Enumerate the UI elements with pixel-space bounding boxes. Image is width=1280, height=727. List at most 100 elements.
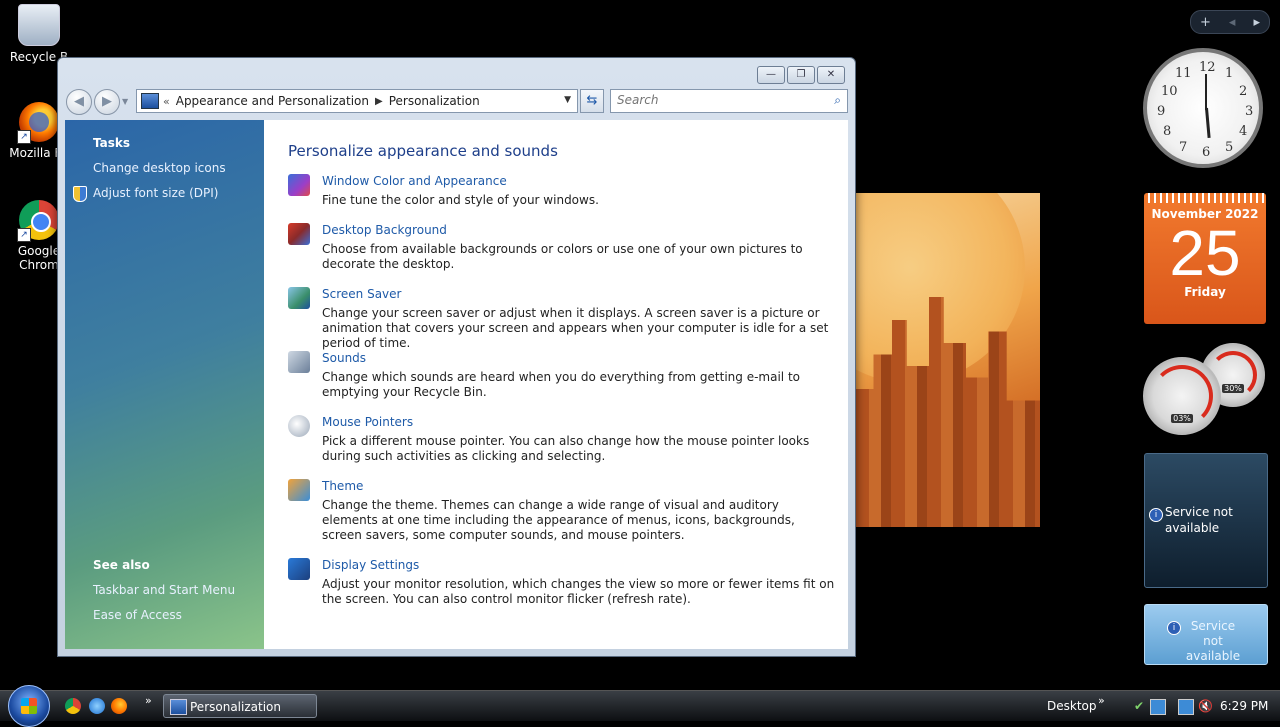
tray-network-icon[interactable] [1150, 699, 1166, 715]
quicklaunch-chrome-icon[interactable] [65, 698, 81, 714]
calendar-rings [1144, 193, 1266, 203]
cpu-meter[interactable]: 03% [1143, 357, 1221, 435]
tray-monitor-icon[interactable] [1178, 699, 1194, 715]
taskbar-personalization-button[interactable]: Personalization [163, 694, 317, 718]
task-pane: Tasks Change desktop icons Adjust font s… [65, 120, 264, 649]
refresh-button[interactable]: ⇆ [580, 89, 604, 113]
tasks-heading: Tasks [93, 136, 131, 150]
weather-gadget-small[interactable]: i Service not available [1144, 604, 1268, 665]
clock-number: 10 [1161, 84, 1178, 99]
navigation-bar: ◀ ▶ ▼ « Appearance and Personalization ▶… [66, 88, 848, 115]
search-icon[interactable]: ⌕ [834, 93, 841, 108]
sounds-link[interactable]: Sounds [322, 351, 366, 365]
clock-number: 6 [1202, 145, 1211, 160]
address-dropdown-icon[interactable]: ▼ [564, 95, 571, 105]
search-input[interactable] [611, 90, 823, 110]
ease-of-access-link[interactable]: Ease of Access [93, 608, 182, 622]
display-settings-description: Adjust your monitor resolution, which ch… [322, 577, 835, 606]
overflow-chevron-icon[interactable]: « [163, 95, 170, 108]
window-color-link[interactable]: Window Color and Appearance [322, 174, 507, 188]
desktop-background-icon [288, 223, 310, 245]
clock-number: 3 [1245, 104, 1254, 119]
control-panel-icon [170, 699, 187, 715]
clock-number: 2 [1239, 84, 1248, 99]
tray-check-icon[interactable]: ✔ [1134, 699, 1148, 713]
change-desktop-icons-link[interactable]: Change desktop icons [93, 161, 226, 175]
desktop-toolbar-chevron-icon[interactable]: » [1098, 694, 1105, 707]
screen-saver-link[interactable]: Screen Saver [322, 287, 401, 301]
display-settings-link[interactable]: Display Settings [322, 558, 419, 572]
info-icon: i [1149, 506, 1163, 522]
weather-status: Service not available [1165, 505, 1233, 535]
shortcut-arrow-icon: ↗ [17, 130, 31, 144]
maximize-button[interactable]: ❐ [787, 66, 815, 84]
forward-button[interactable]: ▶ [94, 89, 120, 115]
desktop-background-link[interactable]: Desktop Background [322, 223, 447, 237]
clock-number: 4 [1239, 124, 1248, 139]
recent-pages-dropdown[interactable]: ▼ [122, 97, 128, 106]
gadget-toolbar: + ◂ ▸ [1190, 10, 1270, 34]
chrome-icon: ↗ [17, 200, 59, 242]
clock-number: 9 [1157, 104, 1166, 119]
screen-saver-icon [288, 287, 310, 309]
tray-volume-muted-icon[interactable]: 🔇 [1198, 699, 1213, 713]
clock-number: 12 [1199, 60, 1216, 75]
clock-hour-hand [1205, 107, 1211, 139]
desktop-icon-recycle-bin[interactable]: Recycle B [0, 4, 78, 64]
theme-description: Change the theme. Themes can change a wi… [322, 498, 795, 542]
breadcrumb-separator-icon[interactable]: ▶ [375, 96, 383, 107]
taskbar-start-menu-link[interactable]: Taskbar and Start Menu [93, 583, 235, 597]
clock-number: 5 [1225, 140, 1234, 155]
address-bar[interactable]: « Appearance and Personalization ▶ Perso… [136, 89, 578, 113]
clock-gadget[interactable]: 12 1 2 3 4 5 6 7 8 9 10 11 [1143, 48, 1263, 168]
info-icon: i [1167, 619, 1181, 635]
quicklaunch-ie-icon[interactable] [89, 698, 105, 714]
taskbar-button-label: Personalization [190, 700, 281, 714]
start-button[interactable] [8, 685, 50, 727]
shortcut-arrow-icon: ↗ [17, 228, 31, 242]
minimize-button[interactable]: — [757, 66, 785, 84]
back-button[interactable]: ◀ [66, 89, 92, 115]
theme-icon [288, 479, 310, 501]
shield-icon [73, 186, 87, 202]
previous-gadget-icon[interactable]: ◂ [1229, 15, 1236, 30]
tray-clock[interactable]: 6:29 PM [1220, 699, 1268, 713]
weather-status: Service not available [1185, 619, 1241, 663]
desktop-toolbar-label[interactable]: Desktop [1047, 699, 1097, 713]
adjust-font-size-link[interactable]: Adjust font size (DPI) [93, 186, 218, 200]
sounds-icon [288, 351, 310, 373]
close-button[interactable]: ✕ [817, 66, 845, 84]
breadcrumb-appearance[interactable]: Appearance and Personalization [176, 94, 369, 108]
weather-gadget[interactable]: i Service not available [1144, 453, 1268, 588]
main-content: Personalize appearance and sounds Window… [264, 120, 848, 649]
quicklaunch-firefox-icon[interactable] [111, 698, 127, 714]
desktop-background-description: Choose from available backgrounds or col… [322, 242, 803, 271]
calendar-gadget[interactable]: November 2022 25 Friday [1144, 193, 1266, 324]
firefox-icon: ↗ [17, 102, 59, 144]
search-box[interactable]: ⌕ [610, 89, 848, 113]
window-controls: — ❐ ✕ [757, 66, 845, 84]
breadcrumb-personalization[interactable]: Personalization [389, 94, 480, 108]
mouse-pointers-description: Pick a different mouse pointer. You can … [322, 434, 810, 463]
screen-saver-description: Change your screen saver or adjust when … [322, 306, 829, 350]
next-gadget-icon[interactable]: ▸ [1253, 15, 1260, 30]
clock-number: 8 [1163, 124, 1172, 139]
add-gadget-icon[interactable]: + [1200, 15, 1211, 30]
taskbar: » Personalization Desktop » ✔ 🔇 6:29 PM [0, 685, 1280, 727]
clock-number: 7 [1179, 140, 1188, 155]
memory-meter-value: 30% [1222, 384, 1244, 393]
control-panel-icon [141, 93, 159, 109]
recycle-bin-icon [18, 4, 60, 46]
see-also-heading: See also [93, 558, 150, 572]
calendar-weekday: Friday [1184, 285, 1226, 299]
calendar-day: 25 [1169, 217, 1241, 289]
mouse-pointers-link[interactable]: Mouse Pointers [322, 415, 413, 429]
wallpaper-image [855, 193, 1040, 527]
window-color-icon [288, 174, 310, 196]
mouse-pointer-icon [288, 415, 310, 437]
personalization-window: — ❐ ✕ ◀ ▶ ▼ « Appearance and Personaliza… [57, 57, 856, 657]
theme-link[interactable]: Theme [322, 479, 363, 493]
quicklaunch-overflow-icon[interactable]: » [145, 694, 152, 707]
clock-minute-hand [1205, 74, 1207, 110]
clock-number: 1 [1225, 66, 1234, 81]
